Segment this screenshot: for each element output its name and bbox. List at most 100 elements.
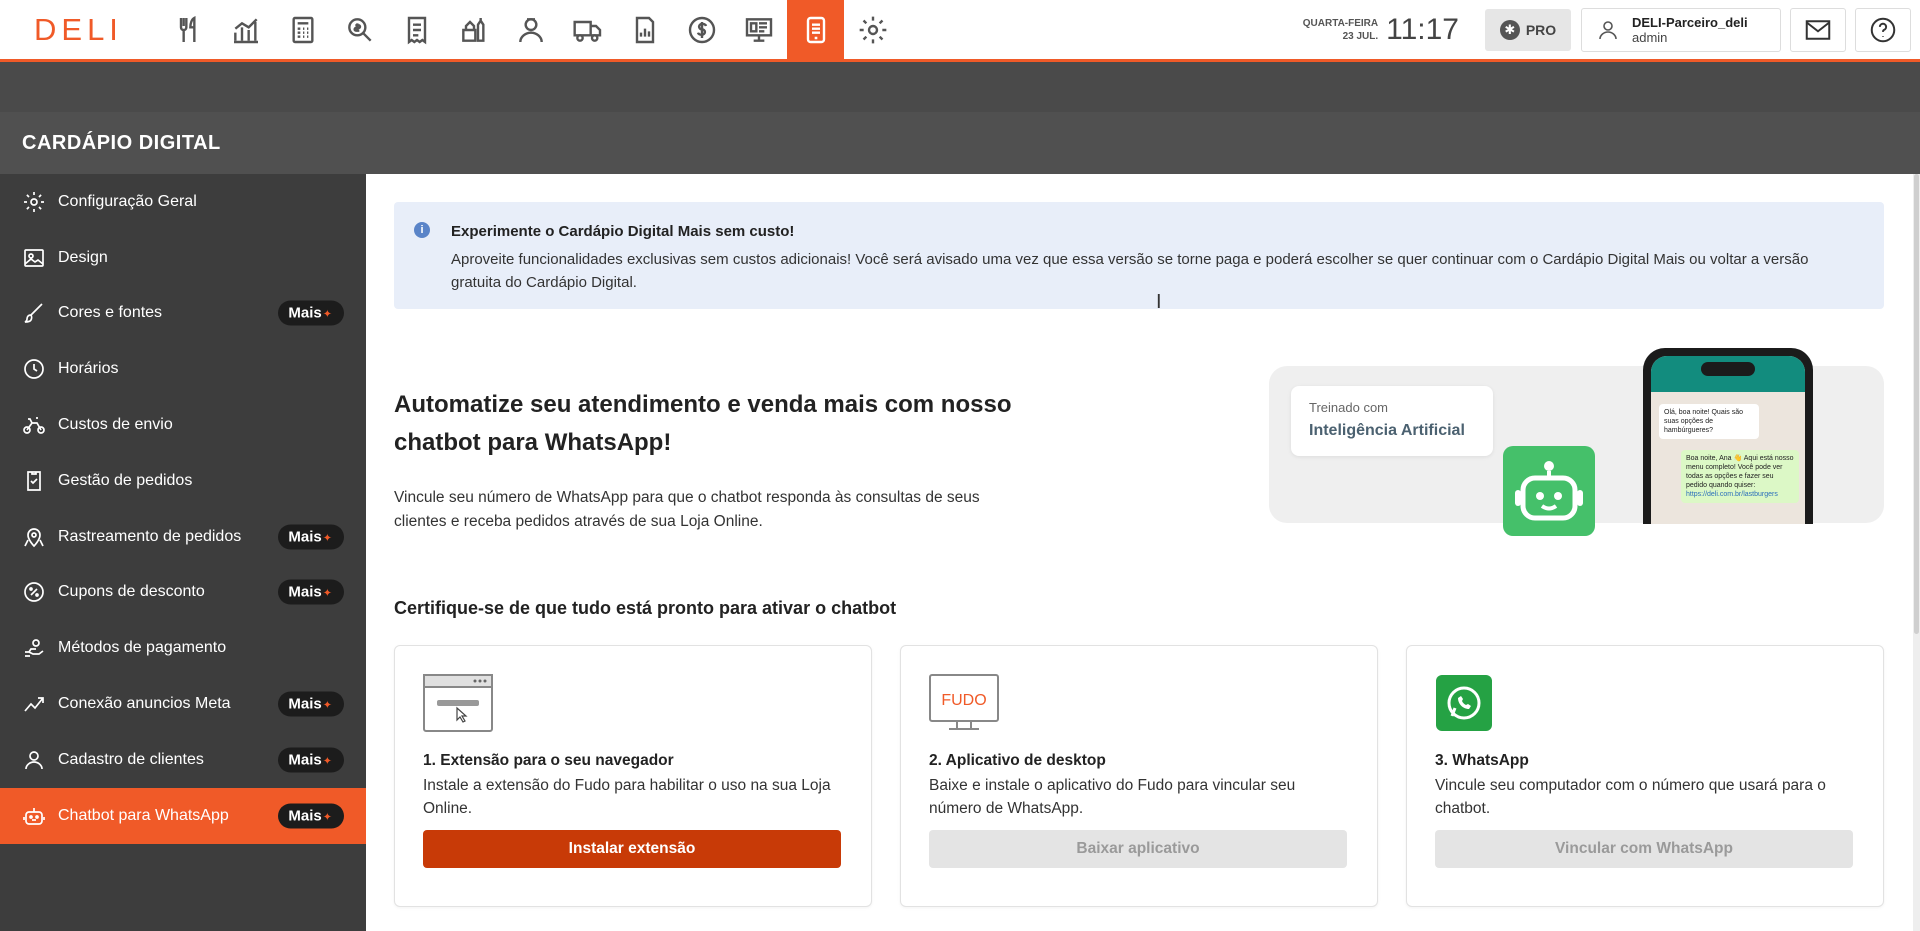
mais-badge-label: Mais xyxy=(288,583,322,601)
top-bar: DELI QUARTA-FEIRA 23 JUL. 11:17 ✱ PRO DE… xyxy=(0,0,1920,62)
map-pin-icon xyxy=(24,527,44,547)
sidebar-item-label: Cupons de desconto xyxy=(58,583,205,601)
banner-text: Aproveite funcionalidades exclusivas sem… xyxy=(451,251,1809,291)
mais-badge: Mais✦ xyxy=(278,300,344,326)
mais-badge-label: Mais xyxy=(288,695,322,713)
chat-bubble-outgoing-text: Boa noite, Ana 👋 Aqui está nosso menu co… xyxy=(1686,455,1794,489)
trend-icon xyxy=(24,697,44,712)
install-extension-button[interactable]: Instalar extensão xyxy=(423,830,841,868)
check-list-icon xyxy=(27,471,41,491)
sidebar-item-cupons-de-desconto[interactable]: Cupons de desconto Mais✦ xyxy=(0,565,366,621)
sidebar-item-label: Conexão anuncios Meta xyxy=(58,695,231,713)
scrollbar-thumb[interactable] xyxy=(1914,174,1919,634)
sidebar-item-cadastro-de-clientes[interactable]: Cadastro de clientes Mais✦ xyxy=(0,732,366,788)
sidebar-item-label: Custos de envio xyxy=(58,416,173,434)
pro-star-icon: ✱ xyxy=(1499,19,1520,40)
phone-mockup: Olá, boa noite! Quais são suas opções de… xyxy=(1643,348,1813,524)
sidebar-item-cores-e-fontes[interactable]: Cores e fontes Mais✦ xyxy=(0,286,366,342)
sidebar-item-design[interactable]: Design xyxy=(0,230,366,286)
sidebar-item-rastreamento-de-pedidos[interactable]: Rastreamento de pedidos Mais✦ xyxy=(0,509,366,565)
date-block: QUARTA-FEIRA 23 JUL. xyxy=(1303,17,1378,43)
bike-icon xyxy=(23,417,45,434)
sparkle-icon: ✦ xyxy=(322,755,332,768)
card-title: 3. WhatsApp xyxy=(1435,752,1529,769)
sparkle-icon: ✦ xyxy=(322,532,332,545)
clock: 11:17 xyxy=(1386,12,1459,46)
phone-notch xyxy=(1701,362,1755,376)
monitor-brand-text: FUDO xyxy=(941,692,986,709)
mais-badge: Mais✦ xyxy=(278,691,344,717)
ingredients-icon[interactable] xyxy=(445,0,502,59)
search-money-icon[interactable] xyxy=(331,0,388,59)
user-name: DELI-Parceiro_deli xyxy=(1632,14,1748,30)
receipt-icon[interactable] xyxy=(388,0,445,59)
sidebar-item-label: Horários xyxy=(58,360,119,378)
toolbar-band xyxy=(0,62,1920,112)
chat-bubble-incoming: Olá, boa noite! Quais são suas opções de… xyxy=(1659,404,1759,439)
ai-card-line1: Treinado com xyxy=(1309,400,1388,415)
robot-face-icon xyxy=(1515,461,1583,521)
clock-icon xyxy=(24,359,44,380)
ai-trained-card: Treinado com Inteligência Artificial xyxy=(1291,386,1493,456)
sidebar-item-label: Gestão de pedidos xyxy=(58,471,193,489)
user-role: admin xyxy=(1632,29,1668,45)
fork-knife-icon[interactable] xyxy=(160,0,217,59)
scrollbar[interactable] xyxy=(1913,174,1920,931)
text-cursor-icon: I xyxy=(1156,291,1162,313)
fudo-monitor-icon: FUDO xyxy=(929,674,999,732)
phone-screen: Olá, boa noite! Quais são suas opções de… xyxy=(1651,356,1805,524)
pro-label: PRO xyxy=(1525,21,1557,38)
chat-link: https://deli.com.br/lastburgers xyxy=(1686,491,1778,498)
weekday: QUARTA-FEIRA xyxy=(1302,17,1379,29)
percent-icon xyxy=(24,582,44,603)
truck-icon[interactable] xyxy=(559,0,616,59)
sidebar-item-horarios[interactable]: Horários xyxy=(0,341,366,397)
sidebar-item-configuracao-geral[interactable]: Configuração Geral xyxy=(0,174,366,230)
card-title: 2. Aplicativo de desktop xyxy=(929,752,1106,769)
mais-badge-label: Mais xyxy=(288,751,322,769)
gear-icon[interactable] xyxy=(844,0,901,59)
report-icon[interactable] xyxy=(616,0,673,59)
sidebar-item-conexao-anuncios-meta[interactable]: Conexão anuncios Meta Mais✦ xyxy=(0,676,366,732)
help-button[interactable] xyxy=(1855,7,1911,52)
mais-badge: Mais✦ xyxy=(278,747,344,773)
mais-badge-label: Mais xyxy=(288,807,322,825)
chat-bubble-outgoing: Boa noite, Ana 👋 Aqui está nosso menu co… xyxy=(1681,450,1799,503)
banner-title: Experimente o Cardápio Digital Mais sem … xyxy=(451,223,795,240)
user-menu[interactable]: DELI-Parceiro_deli admin xyxy=(1581,7,1781,52)
calculator-icon[interactable] xyxy=(274,0,331,59)
dollar-icon[interactable] xyxy=(673,0,730,59)
deli-logo[interactable]: DELI xyxy=(0,12,160,48)
chart-icon[interactable] xyxy=(217,0,274,59)
mais-badge: Mais✦ xyxy=(278,524,344,550)
card-text: Instale a extensão do Fudo para habilita… xyxy=(423,777,831,817)
link-whatsapp-button[interactable]: Vincular com WhatsApp xyxy=(1435,830,1853,868)
sidebar-item-metodos-de-pagamento[interactable]: Métodos de pagamento xyxy=(0,620,366,676)
pro-badge[interactable]: ✱ PRO xyxy=(1485,8,1571,51)
messages-button[interactable] xyxy=(1790,7,1846,52)
gear-icon xyxy=(24,191,44,212)
sidebar-item-label: Métodos de pagamento xyxy=(58,639,227,657)
main-content: i Experimente o Cardápio Digital Mais se… xyxy=(366,174,1913,931)
sidebar-item-chatbot-whatsapp[interactable]: Chatbot para WhatsApp Mais✦ xyxy=(0,787,366,844)
sidebar-item-label: Cores e fontes xyxy=(58,304,163,322)
sidebar: Configuração Geral Design Cores e fontes… xyxy=(0,174,366,931)
step-card-desktop-app: FUDO 2. Aplicativo de desktop Baixe e in… xyxy=(900,645,1378,907)
hero-text: Vincule seu número de WhatsApp para que … xyxy=(394,489,980,530)
image-icon xyxy=(24,248,44,267)
user-icon[interactable] xyxy=(502,0,559,59)
trial-banner: i Experimente o Cardápio Digital Mais se… xyxy=(394,202,1884,309)
digital-menu-icon[interactable] xyxy=(787,0,844,59)
screen-icon[interactable] xyxy=(730,0,787,59)
date: 23 JUL. xyxy=(1342,30,1379,42)
sidebar-item-custos-de-envio[interactable]: Custos de envio xyxy=(0,397,366,453)
checklist-title: Certifique-se de que tudo está pronto pa… xyxy=(394,598,897,618)
robot-icon xyxy=(1503,446,1595,536)
hero-title: Automatize seu atendimento e venda mais … xyxy=(394,391,1012,456)
mais-badge: Mais✦ xyxy=(278,803,344,829)
card-text: Baixe e instale o aplicativo do Fudo par… xyxy=(929,777,1296,817)
download-app-button[interactable]: Baixar aplicativo xyxy=(929,830,1347,868)
sidebar-item-label: Configuração Geral xyxy=(58,192,197,210)
sidebar-item-gestao-de-pedidos[interactable]: Gestão de pedidos xyxy=(0,453,366,509)
step-card-extension: 1. Extensão para o seu navegador Instale… xyxy=(394,645,872,907)
